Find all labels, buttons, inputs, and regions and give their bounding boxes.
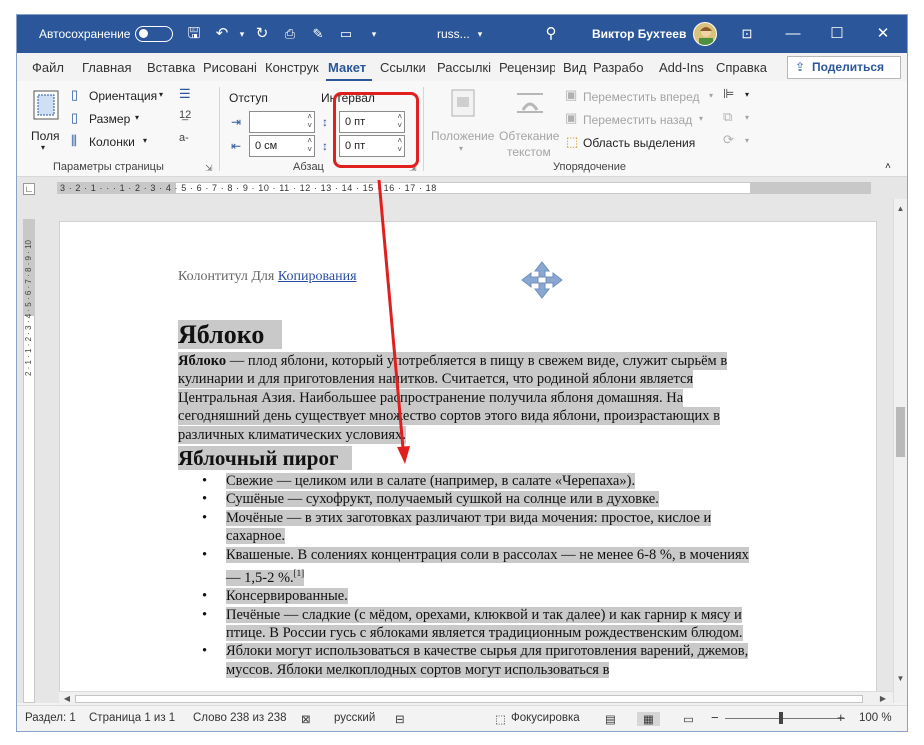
annotation-arrow	[377, 179, 410, 464]
